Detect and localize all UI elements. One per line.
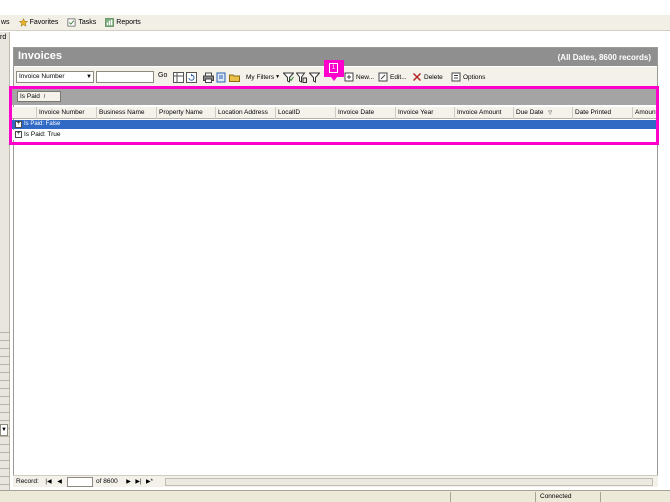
new-record-icon [344, 72, 354, 82]
new-record-nav-button[interactable]: ▶* [145, 478, 154, 486]
new-button[interactable]: New... [344, 71, 374, 83]
grid-view-button[interactable] [173, 71, 184, 83]
annotation-badge: 1 [329, 63, 338, 73]
print-icon [203, 72, 214, 83]
views-tab-label: ws [1, 19, 10, 26]
favorites-tab[interactable]: Favorites [18, 16, 60, 30]
delete-icon [413, 73, 421, 81]
status-bar: Connected [0, 490, 670, 502]
filter-edit-icon [296, 72, 307, 83]
reports-icon [105, 18, 115, 27]
chevron-down-icon: ▼ [275, 74, 281, 80]
delete-button[interactable]: Delete [412, 71, 443, 83]
highlight-frame [9, 86, 659, 145]
search-field-value: Invoice Number [19, 73, 65, 80]
open-folder-button[interactable] [229, 71, 240, 83]
export-button[interactable] [216, 71, 227, 83]
rail-scroll-down-button[interactable]: ▼ [0, 424, 8, 436]
record-label: Record: [16, 478, 39, 485]
edit-button-label: Edit... [390, 73, 407, 81]
delete-button-label: Delete [424, 73, 443, 81]
page-title: Invoices [18, 50, 63, 62]
favorites-tab-label: Favorites [29, 19, 59, 26]
options-button-label: Options [463, 73, 486, 81]
advanced-filter-button[interactable] [296, 71, 307, 83]
refresh-button[interactable] [186, 71, 197, 83]
new-button-label: New... [356, 73, 375, 81]
search-input[interactable] [96, 71, 154, 83]
left-rail-caption: rd [0, 34, 7, 41]
print-button[interactable] [203, 71, 214, 83]
reports-tab-label: Reports [116, 19, 141, 26]
record-summary: (All Dates, 8600 records) [557, 53, 651, 62]
record-count: of 8600 [96, 478, 118, 485]
navigation-bar: ws Favorites Tasks Reports [0, 15, 670, 31]
folder-icon [229, 74, 240, 82]
chevron-down-icon: ▼ [86, 74, 92, 80]
my-filters-dropdown[interactable]: My Filters ▼ [246, 71, 280, 83]
last-record-button[interactable]: ▶| [134, 478, 143, 486]
tasks-tab[interactable]: Tasks [66, 16, 97, 30]
export-icon [216, 72, 226, 82]
views-tab[interactable]: ws [0, 16, 11, 30]
tasks-icon [67, 18, 76, 27]
edit-button[interactable]: Edit... [378, 71, 407, 83]
filter-by-selection-button[interactable] [283, 71, 294, 83]
edit-icon [378, 72, 388, 82]
record-number-input[interactable] [67, 477, 93, 487]
reports-tab[interactable]: Reports [104, 16, 142, 30]
filter-button[interactable] [309, 71, 320, 83]
first-record-button[interactable]: |◀ [44, 478, 53, 486]
previous-record-button[interactable]: ◀ [55, 478, 64, 486]
favorites-icon [18, 18, 28, 27]
options-button[interactable]: Options [451, 71, 485, 83]
go-button[interactable]: Go [158, 72, 167, 79]
horizontal-scrollbar[interactable] [165, 478, 653, 486]
my-filters-label: My Filters [246, 73, 275, 81]
left-rail-ticks [0, 332, 10, 492]
record-navigator: Record: |◀ ◀ of 8600 ▶ ▶| ▶* [13, 475, 658, 487]
refresh-icon [186, 71, 197, 83]
connection-status: Connected [540, 493, 572, 500]
filter-check-icon [283, 72, 294, 83]
search-field-select[interactable]: Invoice Number ▼ [16, 71, 94, 83]
annotation-marker: 1 [324, 60, 344, 81]
tasks-tab-label: Tasks [78, 19, 97, 26]
filter-icon [309, 72, 320, 83]
top-strip [0, 0, 670, 15]
options-icon [451, 72, 461, 82]
next-record-button[interactable]: ▶ [124, 478, 133, 486]
grid-view-icon [173, 71, 184, 83]
